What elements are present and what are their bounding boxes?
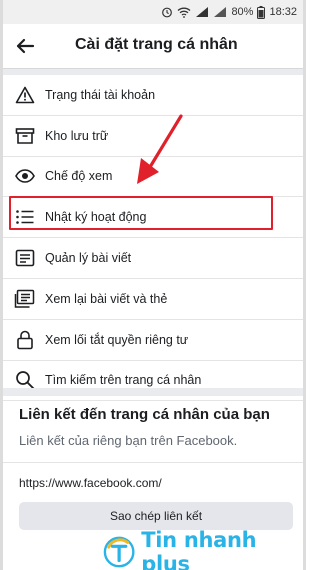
status-bar: 80% 18:32 — [3, 0, 303, 24]
alarm-icon — [161, 6, 173, 18]
menu-item-label: Trạng thái tài khoản — [45, 87, 156, 102]
watermark-text: Tin nhanh plus — [141, 528, 257, 570]
menu-item-label: Xem lại bài viết và thẻ — [45, 291, 168, 306]
menu-item-manage-posts[interactable]: Quản lý bài viết — [3, 238, 303, 279]
page-title: Cài đặt trang cá nhân — [75, 36, 238, 53]
signal-icon-2 — [213, 6, 227, 18]
watermark-logo-icon — [103, 536, 135, 568]
screen: 80% 18:32 Cài đặt trang cá nhân Trạng th… — [0, 0, 306, 570]
link-section-title: Liên kết đến trang cá nhân của bạn — [19, 406, 270, 423]
link-divider — [3, 462, 303, 463]
menu-item-review-posts[interactable]: Xem lại bài viết và thẻ — [3, 279, 303, 320]
red-arrow-icon — [137, 114, 183, 184]
menu-item-privacy-shortcuts[interactable]: Xem lối tắt quyền riêng tư — [3, 320, 303, 361]
clock-time: 18:32 — [269, 6, 297, 18]
copy-link-button[interactable]: Sao chép liên kết — [19, 502, 293, 530]
menu-item-label: Xem lối tắt quyền riêng tư — [45, 332, 189, 347]
lock-icon — [14, 329, 36, 351]
highlight-box — [9, 196, 273, 230]
menu-item-label: Tìm kiếm trên trang cá nhân — [45, 373, 202, 388]
battery-percent: 80% — [231, 6, 254, 18]
back-arrow-icon[interactable] — [13, 34, 37, 58]
wifi-icon — [177, 6, 191, 18]
app-header: Cài đặt trang cá nhân — [3, 24, 303, 69]
menu-item-label: Quản lý bài viết — [45, 251, 132, 266]
menu-item-account-status[interactable]: Trạng thái tài khoản — [3, 75, 303, 116]
archive-icon — [14, 125, 36, 147]
section-divider-2 — [3, 388, 303, 396]
eye-icon — [14, 165, 36, 187]
profile-url: https://www.facebook.com/ — [19, 476, 162, 490]
signal-icon — [195, 6, 209, 18]
link-section-subtitle: Liên kết của riêng bạn trên Facebook. — [19, 433, 238, 448]
battery-icon — [257, 5, 266, 19]
manage-posts-icon — [14, 247, 36, 269]
warning-icon — [14, 84, 36, 106]
review-posts-icon — [14, 288, 36, 310]
menu-item-label: Chế độ xem — [45, 169, 113, 184]
menu-item-label: Kho lưu trữ — [45, 128, 109, 143]
watermark: Tin nhanh plus — [103, 528, 303, 570]
